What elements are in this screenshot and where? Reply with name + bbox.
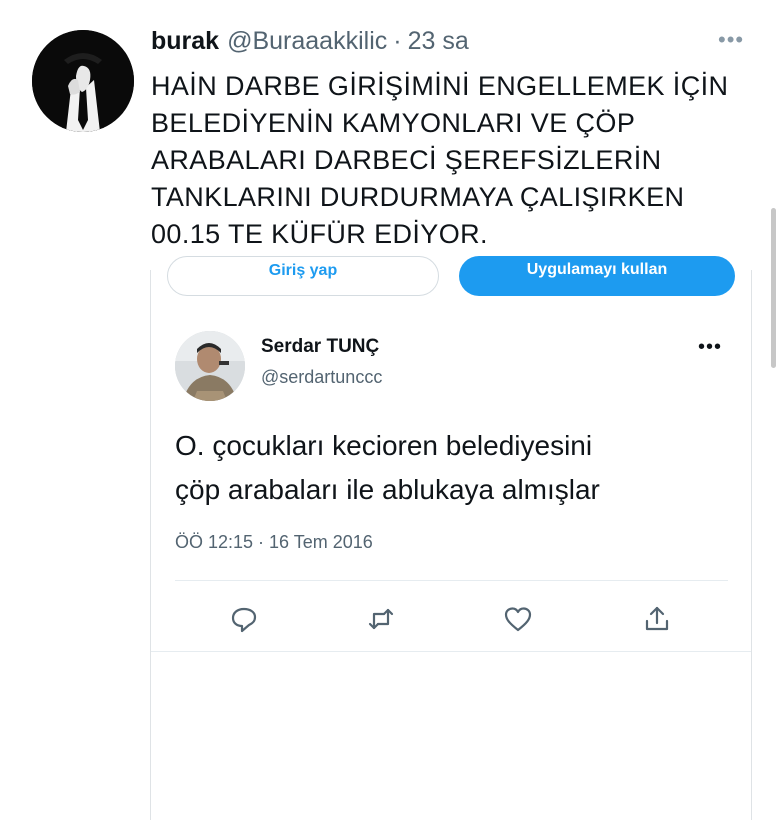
scrollbar[interactable] — [771, 208, 776, 368]
tweet-time[interactable]: 23 sa — [408, 27, 469, 56]
quoted-line: çöp arabaları ile ablukaya almışlar — [175, 474, 600, 505]
quoted-more-icon[interactable]: ••• — [698, 336, 722, 359]
more-options-icon[interactable]: ••• — [718, 29, 752, 51]
quoted-timestamp[interactable]: ÖÖ 12:15 · 16 Tem 2016 — [175, 532, 373, 553]
share-icon[interactable] — [642, 604, 672, 634]
tweet-line: HAİN DARBE GİRİŞİMİNİ ENGELLEMEK İÇİN — [151, 71, 729, 101]
login-button[interactable]: Giriş yap — [167, 256, 439, 296]
person-photo-icon — [175, 331, 245, 401]
quoted-tweet-body: O. çocukları kecioren belediyesini çöp a… — [175, 424, 735, 512]
tweet-line: 00.15 TE KÜFÜR EDİYOR. — [151, 219, 488, 249]
tweet-header: burak @Buraaakkilic · 23 sa — [151, 27, 469, 59]
author-name[interactable]: burak — [151, 27, 219, 56]
tweet-page: burak @Buraaakkilic · 23 sa ••• HAİN DAR… — [0, 0, 783, 820]
like-icon[interactable] — [503, 604, 533, 634]
tweet-line: TANKLARINI DURDURMAYA ÇALIŞIRKEN — [151, 182, 685, 212]
embedded-screenshot[interactable]: Giriş yap Uygulamayı kullan Serdar TUNÇ … — [150, 256, 752, 820]
retweet-icon[interactable] — [366, 604, 396, 634]
divider — [175, 580, 728, 581]
author-avatar[interactable] — [32, 30, 134, 132]
quoted-avatar[interactable] — [175, 331, 245, 401]
use-app-button[interactable]: Uygulamayı kullan — [459, 256, 735, 296]
tweet-body: HAİN DARBE GİRİŞİMİNİ ENGELLEMEK İÇİN BE… — [151, 68, 771, 253]
tweet-line: BELEDİYENİN KAMYONLARI VE ÇÖP — [151, 108, 636, 138]
quoted-author-name[interactable]: Serdar TUNÇ — [261, 336, 379, 358]
reply-icon[interactable] — [229, 604, 259, 634]
separator: · — [393, 27, 402, 55]
masked-figure-icon — [32, 30, 134, 132]
quoted-line: O. çocukları kecioren belediyesini — [175, 430, 593, 461]
quoted-author-handle[interactable]: @serdartunccc — [261, 367, 382, 388]
divider — [151, 651, 751, 652]
author-handle[interactable]: @Buraaakkilic — [227, 27, 387, 56]
tweet-line: ARABALARI DARBECİ ŞEREFSİZLERİN — [151, 145, 662, 175]
